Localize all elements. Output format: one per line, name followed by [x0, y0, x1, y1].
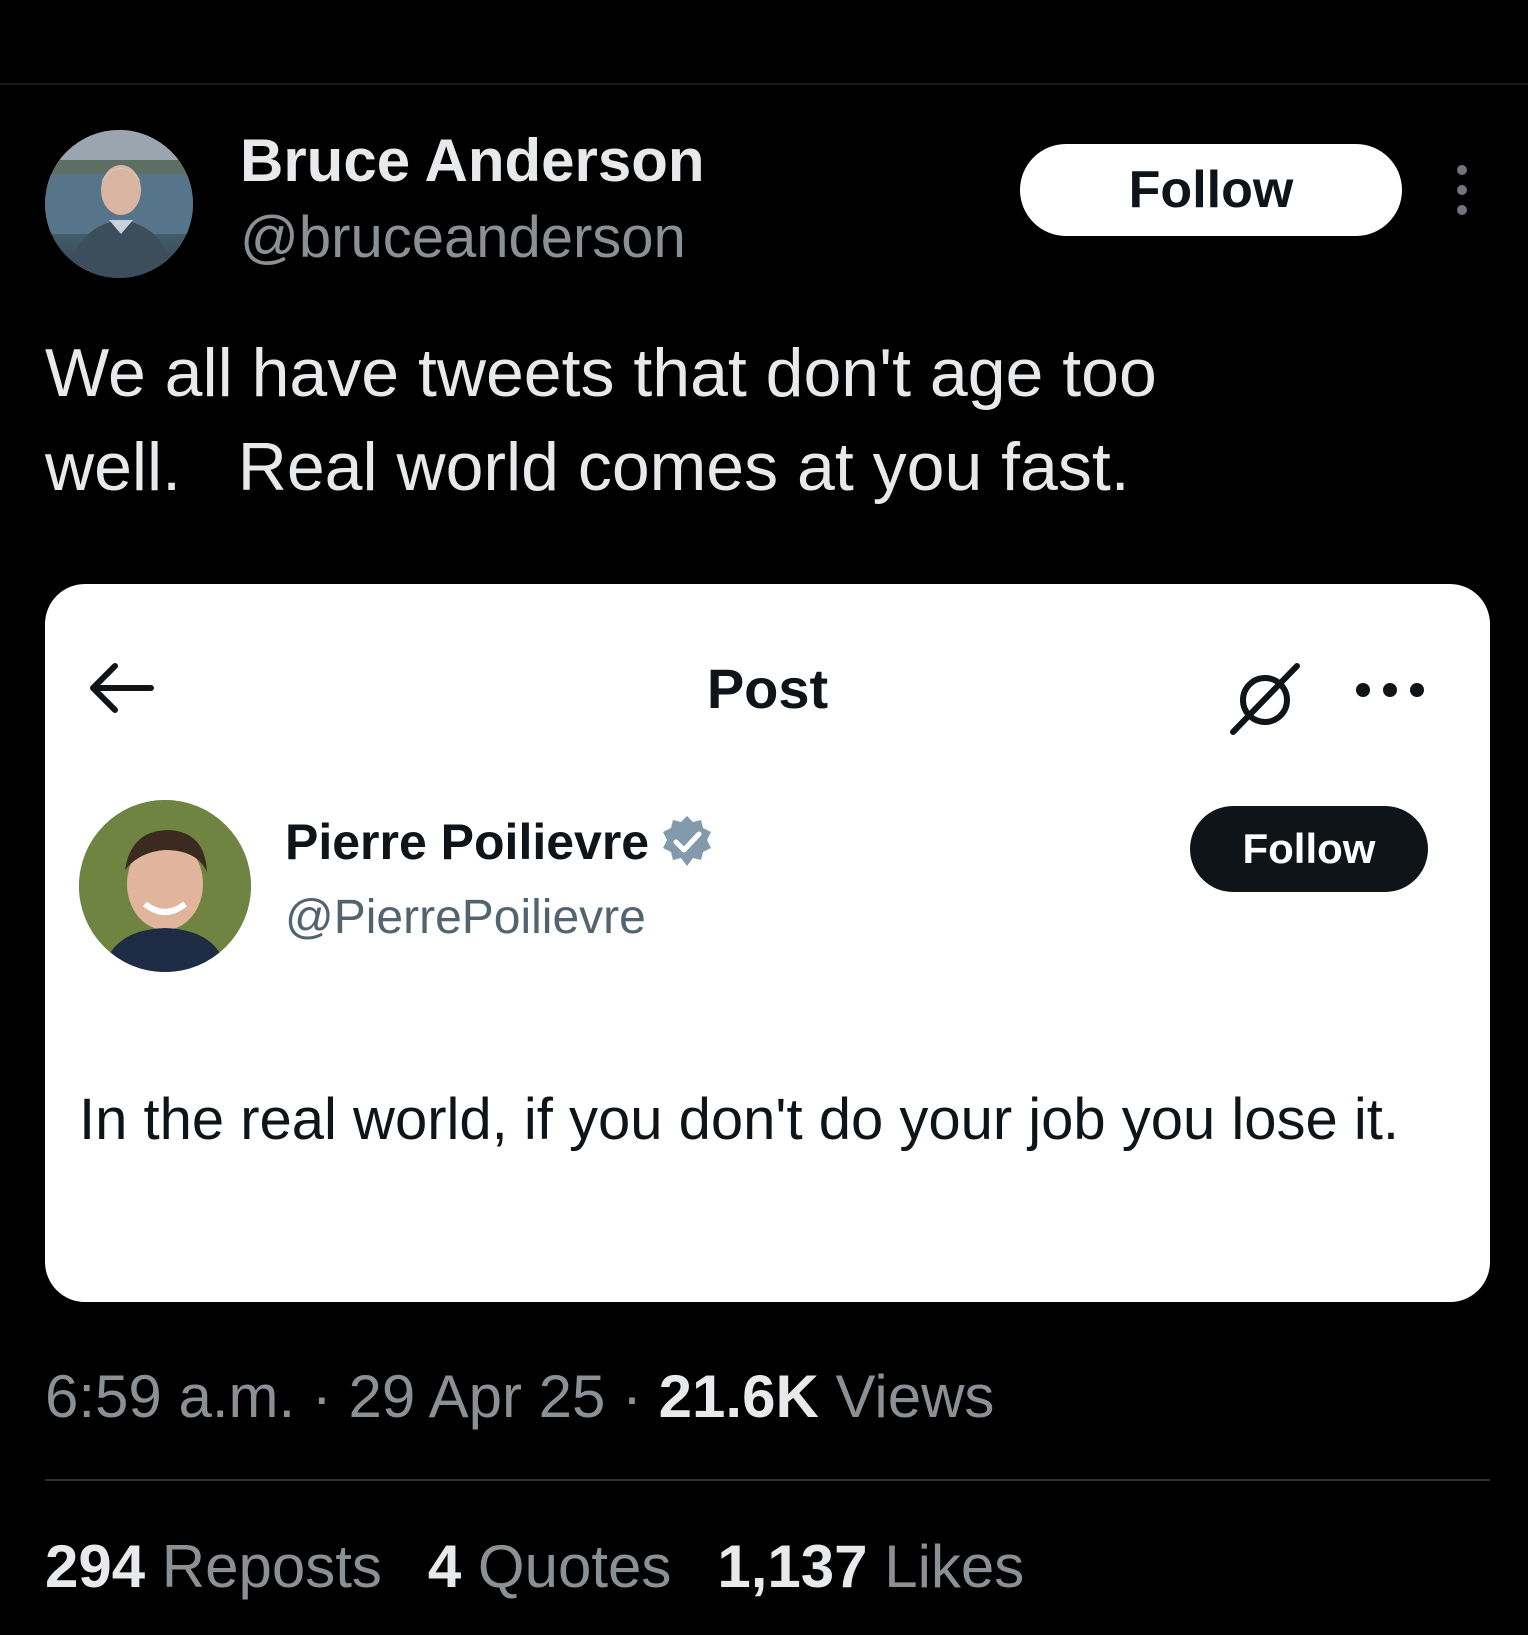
top-divider	[0, 83, 1528, 85]
embedded-follow-button: Follow	[1190, 806, 1428, 892]
more-vertical-icon[interactable]	[1447, 164, 1477, 216]
views-label: Views	[818, 1363, 995, 1430]
author-name[interactable]: Bruce Anderson	[240, 126, 705, 196]
author-avatar[interactable]	[45, 130, 193, 278]
follow-button[interactable]: Follow	[1020, 144, 1402, 236]
reposts-stat[interactable]: 294 Reposts	[45, 1532, 382, 1602]
views-count: 21.6K	[658, 1363, 819, 1430]
quotes-label: Quotes	[461, 1533, 672, 1600]
quotes-stat[interactable]: 4 Quotes	[428, 1532, 672, 1602]
embedded-screenshot-card[interactable]: Post Pierre Poilievre @PierrePoilievre F…	[45, 584, 1490, 1302]
likes-count: 1,137	[717, 1533, 868, 1600]
more-horizontal-icon	[1353, 680, 1427, 700]
embedded-tweet-text: In the real world, if you don't do your …	[79, 1087, 1400, 1152]
embedded-author-name-row: Pierre Poilievre	[285, 812, 715, 872]
embedded-author-name: Pierre Poilievre	[285, 814, 650, 870]
embedded-author-handle: @PierrePoilievre	[285, 891, 646, 944]
tweet-date: 29 Apr 25	[348, 1363, 606, 1430]
engagement-stats: 294 Reposts 4 Quotes 1,137 Likes	[45, 1532, 1070, 1602]
tweet-time: 6:59 a.m.	[45, 1363, 296, 1430]
grok-icon	[1227, 660, 1303, 736]
quotes-count: 4	[427, 1533, 462, 1600]
author-avatar-image	[45, 130, 193, 278]
reposts-count: 294	[45, 1533, 146, 1600]
author-handle[interactable]: @bruceanderson	[240, 204, 686, 272]
verified-badge-icon	[659, 814, 715, 870]
tweet-meta: 6:59 a.m. · 29 Apr 25 · 21.6K Views	[45, 1362, 994, 1432]
likes-stat[interactable]: 1,137 Likes	[717, 1532, 1024, 1602]
tweet-text: We all have tweets that don't age too we…	[45, 335, 1157, 505]
stats-divider	[45, 1479, 1490, 1481]
meta-separator: ·	[295, 1363, 349, 1430]
meta-separator: ·	[605, 1363, 659, 1430]
embedded-author-avatar	[79, 800, 251, 972]
likes-label: Likes	[867, 1533, 1025, 1600]
reposts-label: Reposts	[145, 1533, 382, 1600]
